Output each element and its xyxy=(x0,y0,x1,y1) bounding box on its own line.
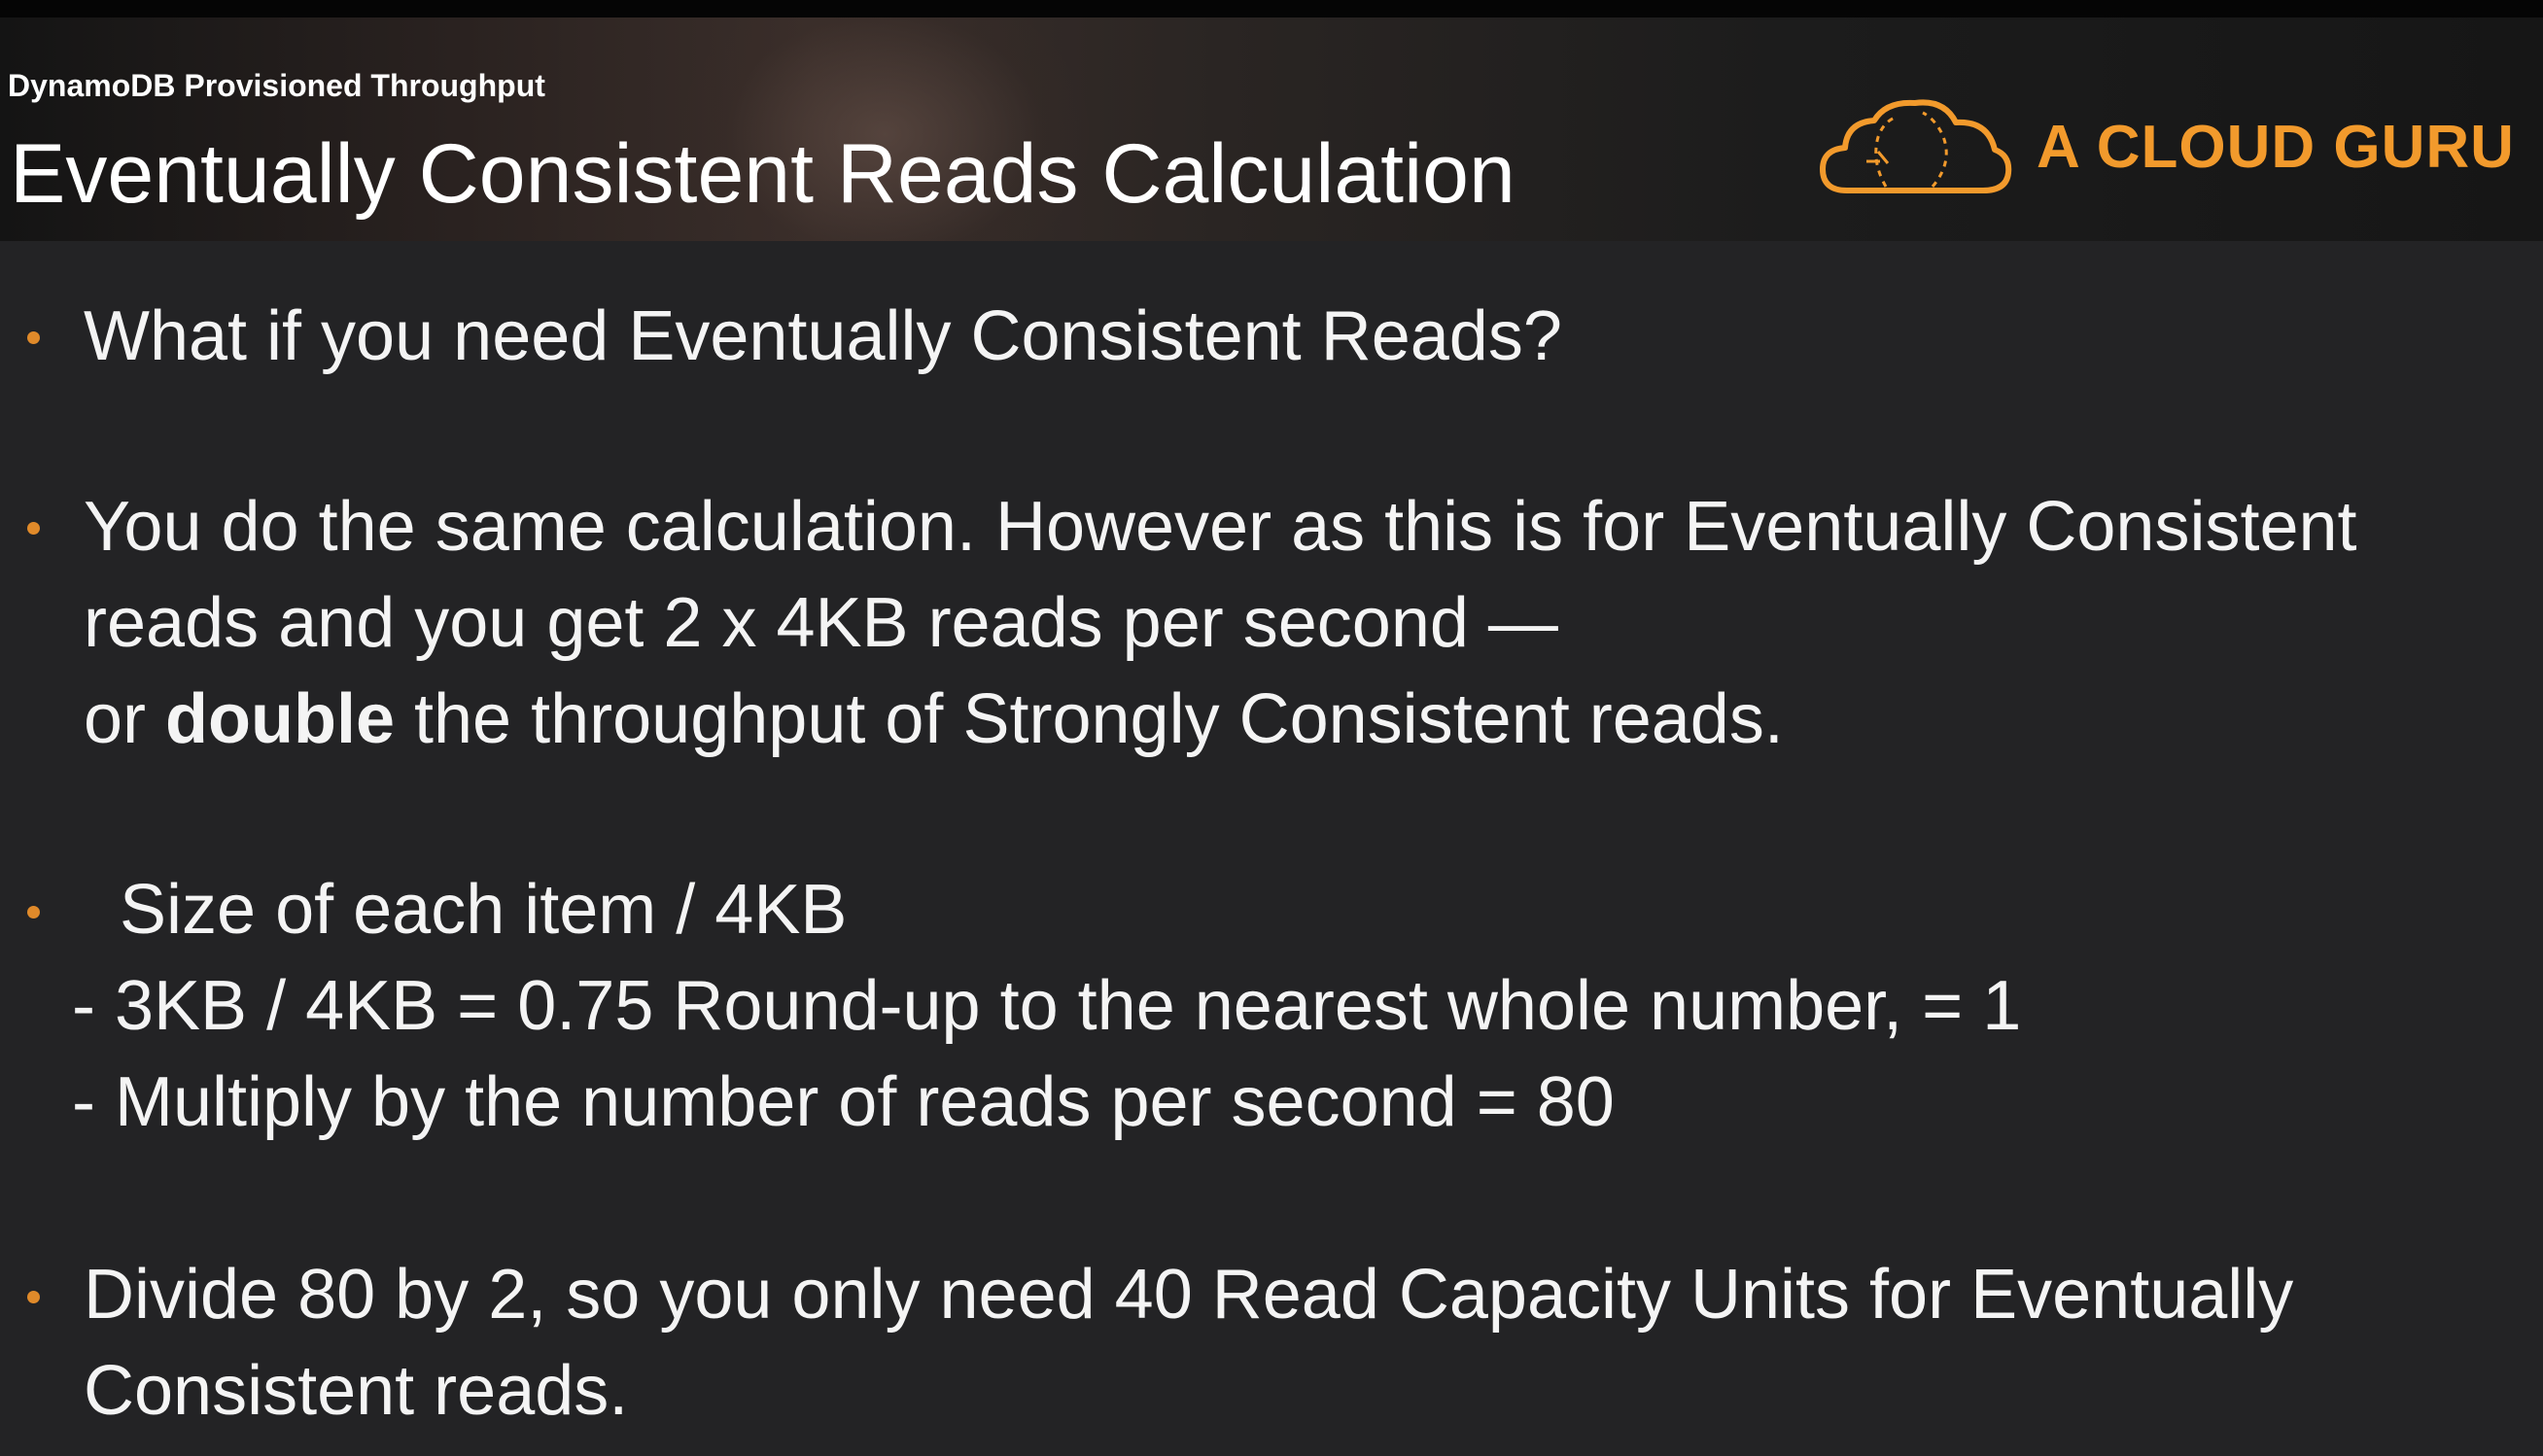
bullet-marker xyxy=(27,522,40,535)
bullet-2-line-3-prefix: or xyxy=(84,680,166,758)
bullet-4-line-1: Divide 80 by 2, so you only need 40 Read… xyxy=(84,1256,2294,1334)
slide-title: Eventually Consistent Reads Calculation xyxy=(10,127,1515,221)
bullet-3-line-3: - Multiply by the number of reads per se… xyxy=(72,1063,1615,1141)
bullet-2-line-3: or double the throughput of Strongly Con… xyxy=(84,684,1784,754)
slide-subtitle: DynamoDB Provisioned Throughput xyxy=(8,68,545,103)
logo-text: A CLOUD GURU xyxy=(2037,114,2515,181)
video-top-strip xyxy=(0,0,2543,17)
bullet-3-line-2: - 3KB / 4KB = 0.75 Round-up to the neare… xyxy=(72,967,2022,1045)
bullet-2-line-3-suffix: the throughput of Strongly Consistent re… xyxy=(395,680,1784,758)
bullet-3-line-1: Size of each item / 4KB xyxy=(120,871,848,949)
cloud-logo-icon xyxy=(1820,99,2012,193)
bullet-1-line-1: What if you need Eventually Consistent R… xyxy=(84,297,1562,375)
bullet-marker xyxy=(27,1291,40,1303)
slide-header: DynamoDB Provisioned Throughput Eventual… xyxy=(0,17,2543,241)
bullet-4-line-2: Consistent reads. xyxy=(84,1352,629,1430)
bullet-2-line-2: reads and you get 2 x 4KB reads per seco… xyxy=(84,584,1558,662)
bullet-2-line-1: You do the same calculation. However as … xyxy=(84,488,2357,566)
bullet-2-emphasis: double xyxy=(165,680,395,758)
slide-body: What if you need Eventually Consistent R… xyxy=(0,241,2543,1456)
bullet-marker xyxy=(27,331,40,344)
a-cloud-guru-logo: A CLOUD GURU xyxy=(1818,93,2518,210)
bullet-marker xyxy=(27,906,40,919)
